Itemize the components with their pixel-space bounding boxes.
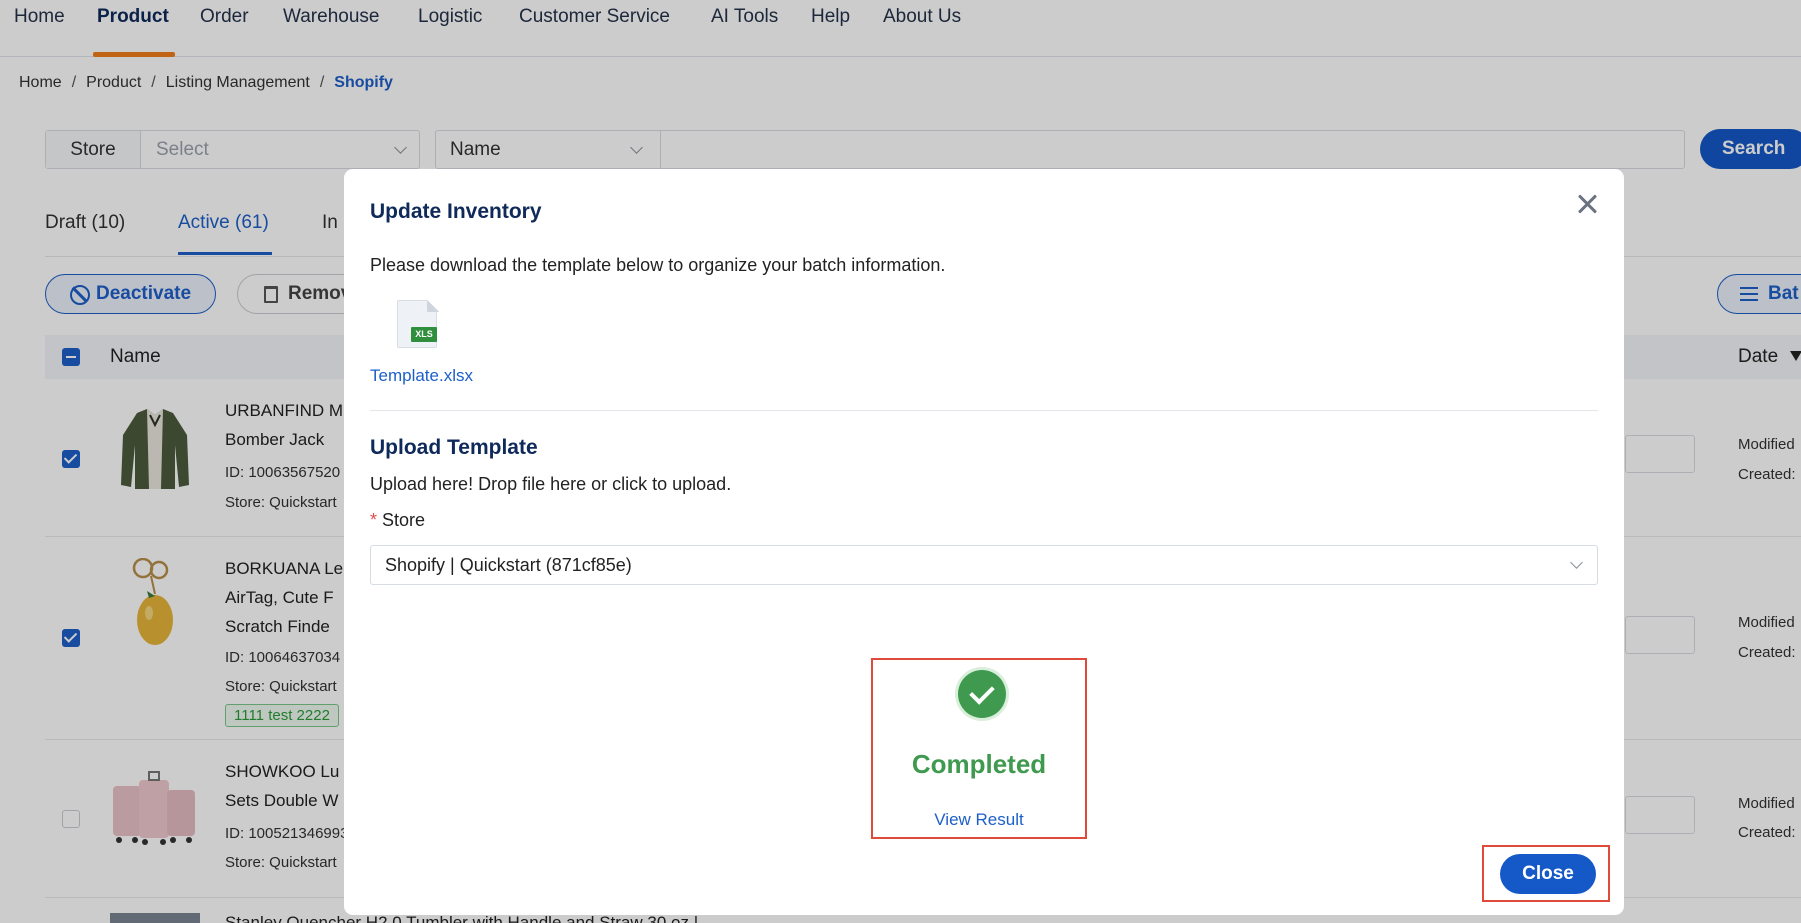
upload-dropzone-text[interactable]: Upload here! Drop file here or click to … <box>370 474 731 495</box>
template-download-link[interactable]: Template.xlsx <box>370 366 473 386</box>
store-field-label: * Store <box>370 510 425 531</box>
section-divider <box>370 410 1598 411</box>
close-icon[interactable] <box>1576 193 1598 215</box>
store-select-value: Shopify | Quickstart (871cf85e) <box>385 555 632 575</box>
close-button[interactable]: Close <box>1500 854 1596 894</box>
update-inventory-dialog: Update Inventory Please download the tem… <box>344 169 1624 915</box>
upload-section-title: Upload Template <box>370 436 538 459</box>
store-label-text: Store <box>382 510 426 530</box>
chevron-down-icon <box>1570 556 1583 569</box>
check-circle-icon <box>958 670 1006 718</box>
completed-status: Completed <box>911 749 1047 779</box>
xls-badge: XLS <box>411 327 437 342</box>
dialog-description: Please download the template below to or… <box>370 255 946 275</box>
view-result-link[interactable]: View Result <box>871 810 1087 830</box>
file-fold <box>427 300 439 312</box>
xls-file-icon[interactable]: XLS <box>397 300 439 348</box>
store-select[interactable]: Shopify | Quickstart (871cf85e) <box>370 545 1598 585</box>
dialog-title: Update Inventory <box>370 200 542 223</box>
required-mark: * <box>370 510 378 530</box>
